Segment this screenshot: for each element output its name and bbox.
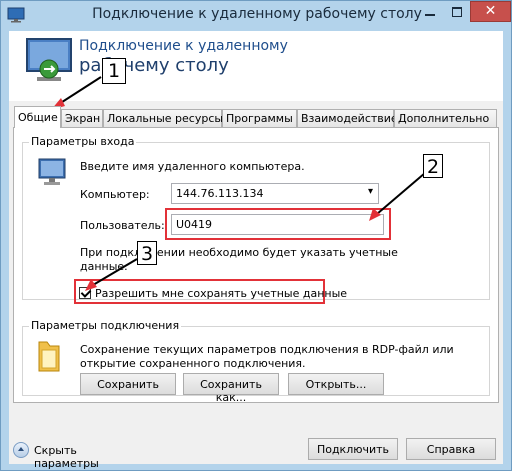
connection-desc-line1: Сохранение текущих параметров подключени… — [80, 343, 454, 356]
connection-desc-line2: открытие сохраненного подключения. — [80, 357, 306, 370]
credentials-note-line2: данные. — [80, 260, 128, 273]
close-button[interactable]: ✕ — [470, 1, 511, 22]
connect-button[interactable]: Подключить — [308, 438, 398, 460]
dialog-client-area: Подключение к удаленному рабочему столу … — [9, 31, 503, 470]
header-title-line1: Подключение к удаленному — [79, 38, 288, 54]
tab-label: Экран — [65, 112, 101, 125]
highlight-username-box — [165, 208, 391, 240]
hide-options-toggle[interactable]: Скрыть параметры — [13, 441, 143, 470]
callout-number-2: 2 — [423, 154, 443, 178]
tab-display[interactable]: Экран — [61, 109, 103, 127]
close-icon: ✕ — [484, 3, 497, 19]
tab-programs[interactable]: Программы — [222, 109, 297, 127]
window-frame: Подключение к удаленному рабочему столу … — [0, 0, 512, 471]
remote-desktop-monitor-icon — [26, 38, 72, 81]
save-credentials-checkbox[interactable] — [79, 287, 91, 299]
save-button[interactable]: Сохранить — [80, 373, 176, 395]
computer-instruction: Введите имя удаленного компьютера. — [80, 160, 305, 173]
chevron-down-icon[interactable]: ▾ — [368, 186, 373, 197]
callout-number-3: 3 — [137, 241, 157, 265]
callout-number-1: 1 — [102, 58, 126, 84]
tab-experience[interactable]: Взаимодействие — [297, 109, 398, 127]
computer-combobox[interactable]: 144.76.113.134 ▾ — [171, 183, 379, 204]
tab-label: Локальные ресурсы — [107, 112, 224, 125]
folder-icon — [38, 341, 60, 372]
tab-general[interactable]: Общие — [14, 106, 61, 128]
connection-settings-title: Параметры подключения — [29, 319, 182, 332]
chevron-up-icon[interactable] — [13, 442, 29, 458]
save-credentials-label[interactable]: Разрешить мне сохранять учетные данные — [95, 287, 347, 300]
user-label: Пользователь: — [80, 219, 165, 232]
maximize-button[interactable] — [444, 2, 470, 22]
credentials-note-line1: При подключении необходимо будет указать… — [80, 246, 398, 259]
tab-advanced[interactable]: Дополнительно — [394, 109, 497, 127]
computer-label: Компьютер: — [80, 188, 150, 201]
save-as-button[interactable]: Сохранить как... — [183, 373, 279, 404]
logon-settings-title: Параметры входа — [29, 135, 137, 148]
open-button[interactable]: Открыть... — [288, 373, 384, 395]
tab-label: Программы — [226, 112, 293, 125]
hide-options-label[interactable]: Скрыть параметры — [34, 444, 143, 470]
tab-label: Дополнительно — [398, 112, 490, 125]
help-button[interactable]: Справка — [406, 438, 496, 460]
tab-label: Общие — [18, 111, 58, 124]
dialog-header: Подключение к удаленному рабочему столу — [9, 31, 503, 101]
title-bar[interactable]: Подключение к удаленному рабочему столу … — [1, 1, 512, 31]
tab-label: Взаимодействие — [301, 112, 398, 125]
minimize-button[interactable] — [416, 2, 444, 22]
computer-icon — [38, 158, 66, 185]
tab-local-resources[interactable]: Локальные ресурсы — [103, 109, 224, 127]
computer-value: 144.76.113.134 — [176, 187, 264, 200]
